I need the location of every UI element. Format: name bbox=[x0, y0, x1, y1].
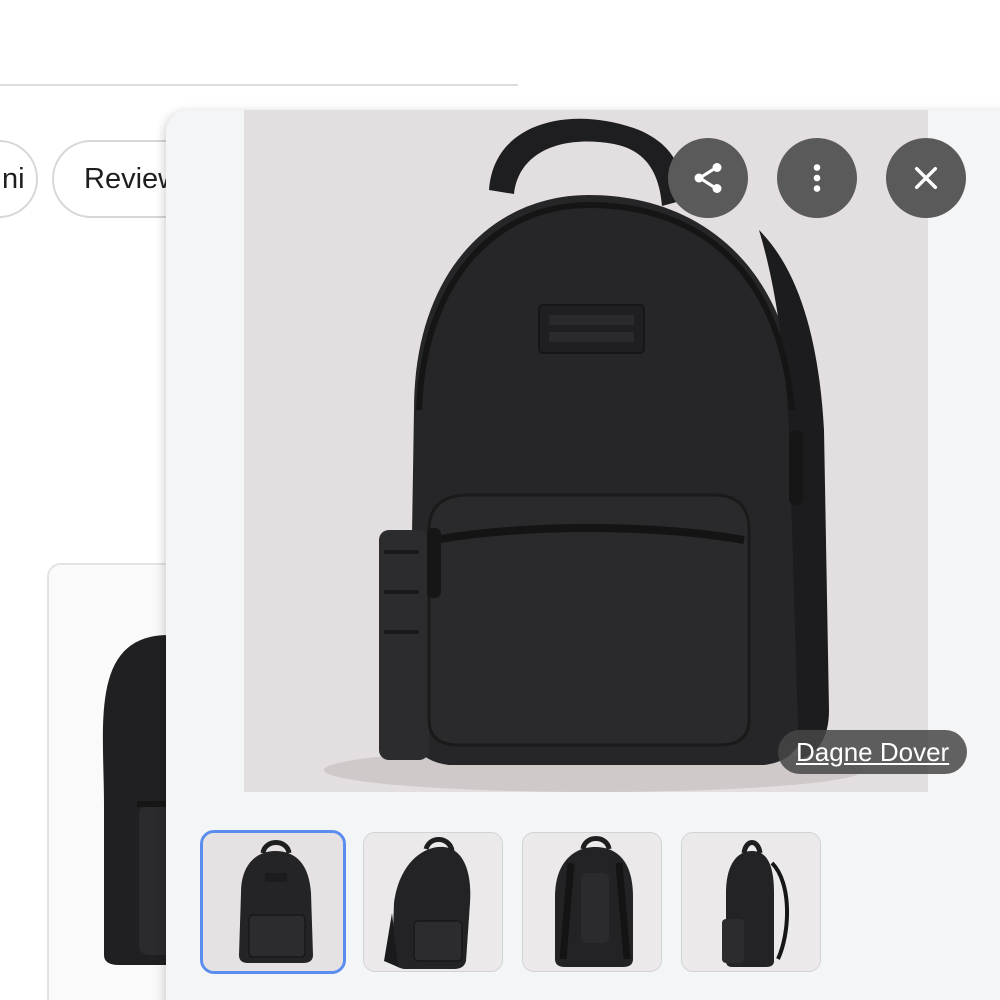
more-options-button[interactable] bbox=[777, 138, 857, 218]
thumbnail-back[interactable] bbox=[522, 832, 662, 972]
filter-chip-label: ni bbox=[2, 163, 25, 195]
image-source-link[interactable]: Dagne Dover bbox=[778, 730, 968, 774]
more-vert-icon bbox=[813, 164, 821, 192]
thumbnail-image bbox=[203, 833, 343, 971]
divider bbox=[0, 84, 518, 86]
thumbnail-image bbox=[682, 833, 820, 971]
thumbnail-side[interactable] bbox=[681, 832, 821, 972]
thumbnail-angle[interactable] bbox=[363, 832, 503, 972]
thumbnail-image bbox=[364, 833, 502, 971]
thumbnail-image bbox=[523, 833, 661, 971]
share-button[interactable] bbox=[668, 138, 748, 218]
screen: ni Reviews Dagne Dover bbox=[0, 0, 1000, 1000]
close-icon bbox=[914, 166, 938, 190]
share-icon bbox=[694, 163, 722, 193]
thumbnail-front[interactable] bbox=[200, 830, 346, 974]
close-button[interactable] bbox=[886, 138, 966, 218]
filter-chip[interactable]: ni bbox=[0, 140, 38, 218]
